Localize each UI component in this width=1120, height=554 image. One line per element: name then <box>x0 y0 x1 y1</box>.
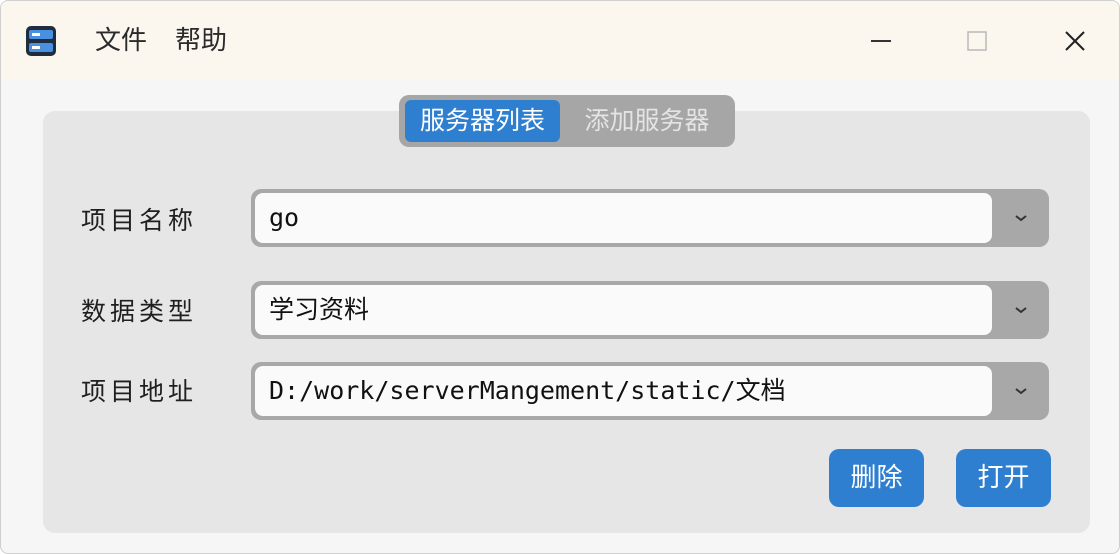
tab-bar: 服务器列表 添加服务器 <box>399 95 735 147</box>
project-name-dropdown-button[interactable] <box>993 189 1049 247</box>
data-type-dropdown-button[interactable] <box>993 281 1049 339</box>
tab-add-server[interactable]: 添加服务器 <box>567 100 727 142</box>
project-path-dropdown-button[interactable] <box>993 362 1049 420</box>
chevron-down-icon <box>1015 388 1027 395</box>
delete-button[interactable]: 删除 <box>829 449 924 507</box>
open-button[interactable]: 打开 <box>956 449 1051 507</box>
data-type-label: 数据类型 <box>81 297 198 326</box>
title-bar: 文件 帮助 <box>1 1 1119 79</box>
minimize-button[interactable] <box>851 15 911 67</box>
chevron-down-icon <box>1015 215 1027 222</box>
tab-server-list[interactable]: 服务器列表 <box>405 100 560 142</box>
project-path-value: D:/work/serverMangement/static/文档 <box>255 366 992 416</box>
close-icon <box>1065 31 1085 51</box>
project-name-label: 项目名称 <box>81 206 198 235</box>
menu-help[interactable]: 帮助 <box>175 24 227 58</box>
app-window: 文件 帮助 服务器列表 添加服务器 项目名称 go 数据类型 学习资料 项目地址… <box>0 0 1120 554</box>
chevron-down-icon <box>1015 307 1027 314</box>
server-app-icon <box>26 26 56 56</box>
project-name-value: go <box>255 193 992 243</box>
project-name-select[interactable]: go <box>251 189 1049 247</box>
maximize-button[interactable] <box>947 15 1007 67</box>
data-type-value: 学习资料 <box>255 285 992 335</box>
menu-file[interactable]: 文件 <box>95 24 147 58</box>
close-button[interactable] <box>1045 15 1105 67</box>
minimize-icon <box>871 40 891 42</box>
maximize-icon <box>967 31 987 51</box>
data-type-select[interactable]: 学习资料 <box>251 281 1049 339</box>
project-path-select[interactable]: D:/work/serverMangement/static/文档 <box>251 362 1049 420</box>
project-path-label: 项目地址 <box>81 377 198 406</box>
